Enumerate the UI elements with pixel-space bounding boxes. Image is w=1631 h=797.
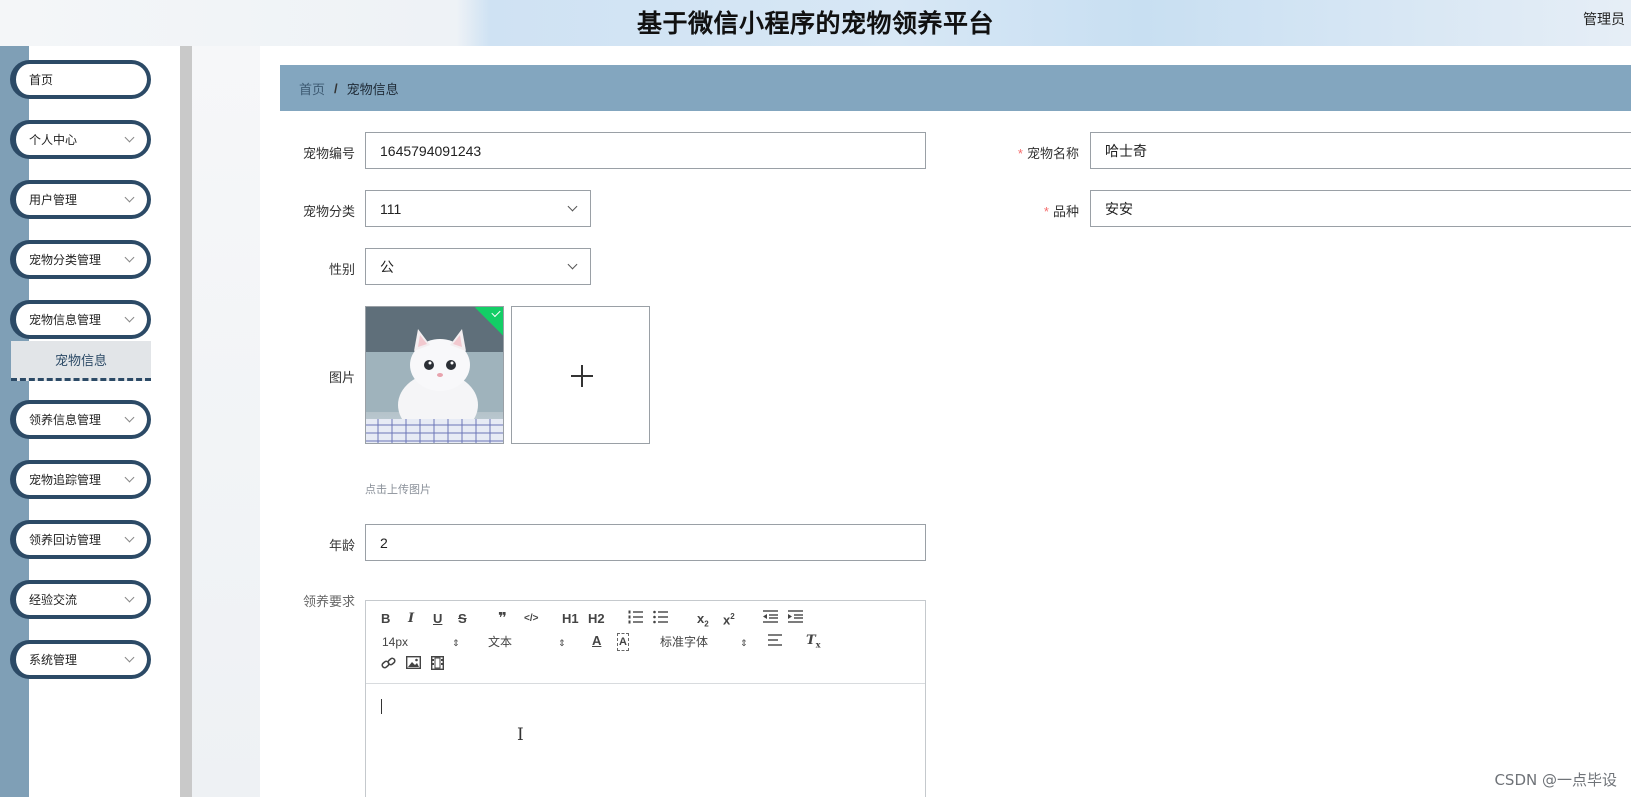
font-family-arrows-icon: ⇕	[740, 638, 748, 648]
clear-format-button[interactable]: Tx	[806, 633, 820, 653]
sidebar-item-label: 首页	[29, 73, 54, 87]
strike-button[interactable]: S	[458, 611, 467, 627]
kitten-photo	[366, 307, 503, 443]
sidebar-item-adoption-revisit[interactable]: 领养回访管理	[10, 520, 151, 559]
text-cursor-icon: I	[517, 725, 524, 745]
sidebar: 首页 个人中心 用户管理 宠物分类管理 宠物信息管理 宠物信息 领养信息管理 宠…	[0, 46, 192, 797]
sidebar-item-personal-center[interactable]: 个人中心	[10, 120, 151, 159]
image-icon[interactable]	[405, 655, 422, 673]
chevron-down-icon	[567, 259, 578, 270]
chevron-down-icon	[124, 312, 135, 323]
pet-id-label: 宠物编号	[302, 146, 355, 161]
sidebar-item-label: 经验交流	[29, 593, 78, 607]
sidebar-item-experience[interactable]: 经验交流	[10, 580, 151, 619]
pet-name-input[interactable]: 哈士奇	[1090, 132, 1631, 169]
subscript-button[interactable]: x2	[697, 611, 709, 633]
outdent-icon[interactable]	[763, 610, 778, 627]
font-family-select[interactable]: 标准字体	[660, 634, 708, 650]
chevron-down-icon	[124, 652, 135, 663]
blockquote-button[interactable]: ❞	[498, 611, 507, 627]
sidebar-item-home[interactable]: 首页	[10, 60, 151, 99]
block-format-select[interactable]: 文本	[488, 634, 512, 650]
chevron-down-icon	[124, 132, 135, 143]
h2-button[interactable]: H2	[588, 611, 605, 627]
required-mark: *	[1017, 146, 1023, 161]
sidebar-item-pet-tracking[interactable]: 宠物追踪管理	[10, 460, 151, 499]
sidebar-item-label: 宠物信息管理	[29, 313, 102, 327]
underline-button[interactable]: U	[433, 611, 442, 627]
sidebar-item-pet-info[interactable]: 宠物信息管理	[10, 300, 151, 339]
rich-text-editor: B I U S ❞ </> H1 H2 x2 x2 14px ⇕ 文本 ⇕ A …	[365, 600, 926, 797]
watermark: CSDN @一点毕设	[1494, 771, 1617, 789]
sidebar-item-label: 用户管理	[29, 193, 78, 207]
breadcrumb-current: 宠物信息	[346, 81, 399, 97]
uploaded-pet-image[interactable]	[365, 306, 504, 444]
sidebar-divider	[180, 46, 192, 797]
category-label: 宠物分类	[302, 204, 355, 219]
app-title: 基于微信小程序的宠物领养平台	[636, 9, 994, 38]
sidebar-item-label: 系统管理	[29, 653, 78, 667]
age-label: 年龄	[328, 538, 355, 553]
sidebar-item-label: 宠物追踪管理	[29, 473, 102, 487]
current-user[interactable]: 管理员	[1583, 9, 1625, 29]
chevron-down-icon	[124, 472, 135, 483]
pet-name-label: * 宠物名称	[1017, 146, 1079, 161]
italic-button[interactable]: I	[408, 611, 414, 627]
background-color-icon[interactable]: A	[617, 633, 629, 651]
upload-hint: 点击上传图片	[365, 484, 431, 496]
category-select[interactable]: 111	[365, 190, 591, 227]
sidebar-item-user-management[interactable]: 用户管理	[10, 180, 151, 219]
breed-input[interactable]: 安安	[1090, 190, 1631, 227]
block-format-arrows-icon: ⇕	[558, 638, 566, 648]
chevron-down-icon	[124, 252, 135, 263]
pet-id-input[interactable]: 1645794091243	[365, 132, 926, 169]
bold-button[interactable]: B	[381, 611, 390, 627]
sidebar-item-adoption-info[interactable]: 领养信息管理	[10, 400, 151, 439]
video-icon[interactable]	[430, 655, 445, 674]
sidebar-subitem-label: 宠物信息	[54, 353, 107, 368]
sidebar-subitem-pet-info[interactable]: 宠物信息	[11, 341, 151, 381]
required-mark: *	[1043, 204, 1049, 219]
age-input[interactable]: 2	[365, 524, 926, 561]
chevron-down-icon	[124, 532, 135, 543]
align-icon[interactable]	[768, 634, 782, 650]
superscript-button[interactable]: x2	[723, 609, 735, 628]
ordered-list-icon[interactable]	[628, 610, 644, 628]
bullet-list-icon[interactable]	[653, 610, 669, 628]
gender-select[interactable]: 公	[365, 248, 591, 285]
indent-icon[interactable]	[788, 610, 803, 627]
chevron-down-icon	[124, 592, 135, 603]
gender-label: 性别	[328, 262, 355, 277]
h1-button[interactable]: H1	[562, 611, 579, 627]
sidebar-item-pet-category[interactable]: 宠物分类管理	[10, 240, 151, 279]
font-size-arrows-icon: ⇕	[452, 638, 460, 648]
font-size-select[interactable]: 14px	[382, 634, 408, 650]
chevron-down-icon	[567, 201, 578, 212]
link-icon[interactable]	[381, 656, 396, 674]
editor-toolbar: B I U S ❞ </> H1 H2 x2 x2 14px ⇕ 文本 ⇕ A …	[366, 601, 925, 684]
sidebar-item-label: 领养信息管理	[29, 413, 102, 427]
breadcrumb: 首页 / 宠物信息	[280, 65, 1631, 111]
sidebar-item-system[interactable]: 系统管理	[10, 640, 151, 679]
sidebar-item-label: 领养回访管理	[29, 533, 102, 547]
upload-image-button[interactable]	[511, 306, 650, 444]
plus-icon-vertical	[581, 365, 583, 387]
breed-label: * 品种	[1043, 204, 1079, 219]
chevron-down-icon	[124, 412, 135, 423]
top-header: 基于微信小程序的宠物领养平台 管理员	[0, 0, 1631, 46]
image-label: 图片	[328, 370, 355, 385]
text-caret	[381, 699, 382, 714]
requirements-label: 领养要求	[302, 594, 355, 609]
code-block-button[interactable]: </>	[524, 611, 538, 627]
sidebar-item-label: 宠物分类管理	[29, 253, 102, 267]
chevron-down-icon	[124, 192, 135, 203]
sidebar-item-label: 个人中心	[29, 133, 78, 147]
breadcrumb-home[interactable]: 首页	[299, 79, 325, 98]
breadcrumb-separator: /	[334, 80, 338, 96]
font-color-icon[interactable]: A	[592, 633, 601, 649]
